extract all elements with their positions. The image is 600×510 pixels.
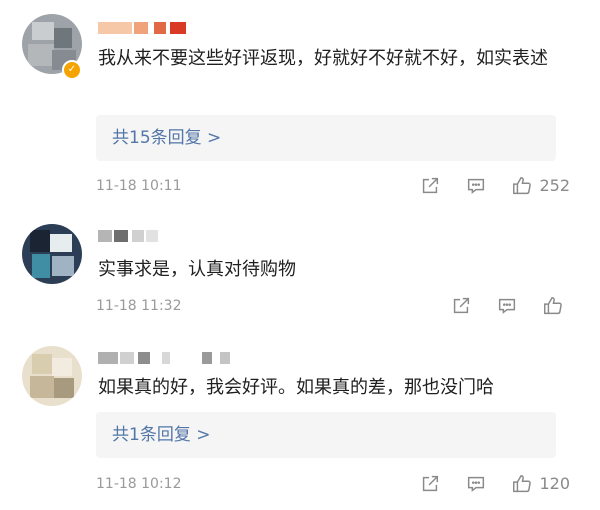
comment-meta: 11-18 10:11 252 xyxy=(96,174,570,198)
thumbs-up-icon xyxy=(544,297,562,315)
comment-item: ✓ 我从来不要这些好评返现，好就好不好就不好，如实表述 共15条回复 > 11-… xyxy=(0,0,600,208)
action-bar: 120 xyxy=(395,472,570,496)
avatar[interactable] xyxy=(22,224,82,284)
share-icon xyxy=(453,297,470,314)
share-button[interactable] xyxy=(419,473,441,495)
comment-icon xyxy=(498,298,516,314)
reply-button[interactable] xyxy=(465,473,487,495)
like-button[interactable] xyxy=(542,295,570,317)
timestamp: 11-18 10:11 xyxy=(96,178,182,194)
comment-meta: 11-18 11:32 xyxy=(96,294,570,318)
timestamp: 11-18 11:32 xyxy=(96,298,182,314)
like-count: 252 xyxy=(539,176,570,195)
timestamp: 11-18 10:12 xyxy=(96,476,182,492)
view-replies-link[interactable]: 共15条回复 > xyxy=(96,115,556,161)
share-button[interactable] xyxy=(419,175,441,197)
share-icon xyxy=(423,177,439,194)
comment-icon xyxy=(468,178,485,194)
comment-item: 实事求是，认真对待购物 11-18 11:32 xyxy=(0,208,600,336)
comment-text: 我从来不要这些好评返现，好就好不好就不好，如实表述 xyxy=(98,48,548,69)
comment-icon xyxy=(468,476,485,492)
share-button[interactable] xyxy=(450,295,472,317)
verified-badge-icon: ✓ xyxy=(62,60,82,80)
like-button[interactable]: 252 xyxy=(511,174,570,198)
view-replies-link[interactable]: 共1条回复 > xyxy=(96,412,556,458)
thumbs-up-icon xyxy=(513,475,532,493)
action-bar: 252 xyxy=(395,174,570,198)
like-count: 120 xyxy=(539,474,570,493)
action-bar xyxy=(426,294,570,318)
reply-button[interactable] xyxy=(496,295,518,317)
avatar[interactable] xyxy=(22,346,82,406)
comment-text: 实事求是，认真对待购物 xyxy=(98,259,296,280)
comment-text: 如果真的好，我会好评。如果真的差，那也没门哈 xyxy=(98,377,494,398)
share-icon xyxy=(423,475,439,492)
comment-meta: 11-18 10:12 120 xyxy=(96,472,570,496)
comment-item: 如果真的好，我会好评。如果真的差，那也没门哈 共1条回复 > 11-18 10:… xyxy=(0,336,600,510)
like-button[interactable]: 120 xyxy=(511,472,570,496)
thumbs-up-icon xyxy=(513,177,532,195)
reply-button[interactable] xyxy=(465,175,487,197)
